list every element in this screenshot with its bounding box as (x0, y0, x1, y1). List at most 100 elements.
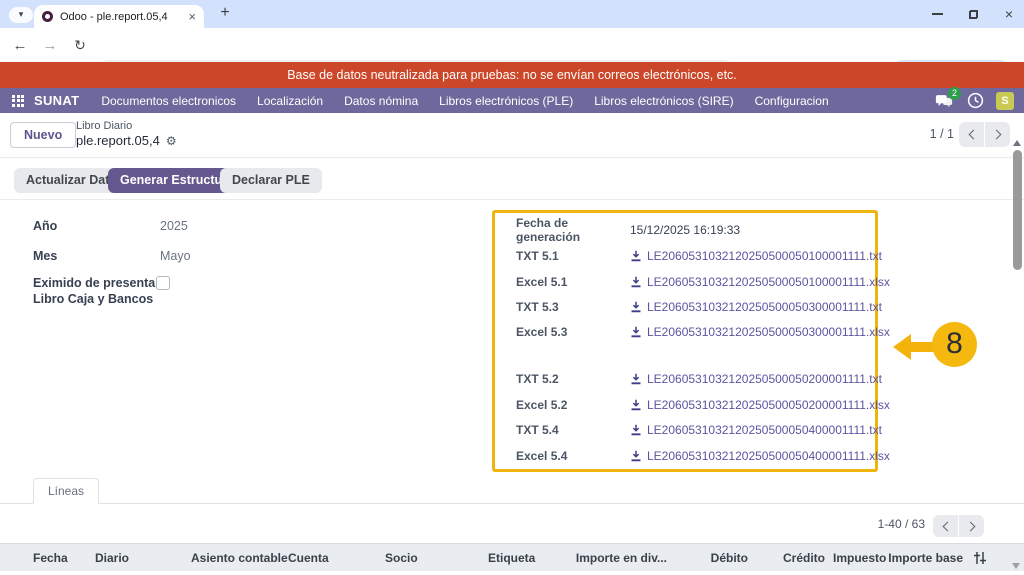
file-download-link[interactable]: LE2060531032120250500050100001111.txt (647, 249, 882, 263)
file-row: TXT 5.4 LE206053103212025050005040000111… (516, 421, 867, 439)
gear-icon[interactable]: ⚙ (166, 134, 177, 148)
file-label: TXT 5.3 (516, 300, 630, 314)
annotation-arrow-icon (893, 333, 935, 361)
file-row: Excel 5.2 LE2060531032120250500050200001… (516, 396, 867, 414)
nav-item-documentos[interactable]: Documentos electronicos (101, 94, 236, 108)
record-pager-count: 1 / 1 (930, 127, 954, 141)
nav-item-localizacion[interactable]: Localización (257, 94, 323, 108)
chevron-left-icon (968, 130, 978, 140)
file-row: TXT 5.1 LE206053103212025050005010000111… (516, 247, 867, 265)
window-minimize-button[interactable] (920, 0, 954, 28)
list-pager (933, 515, 984, 537)
download-icon[interactable] (630, 424, 642, 436)
year-value[interactable]: 2025 (160, 219, 188, 233)
file-download-link[interactable]: LE2060531032120250500050400001111.txt (647, 423, 882, 437)
column-header-diario[interactable]: Diario (95, 551, 129, 565)
file-download-link[interactable]: LE2060531032120250500050100001111.xlsx (647, 275, 890, 289)
optional-columns-icon[interactable] (972, 550, 988, 566)
list-pager-next-button[interactable] (959, 515, 984, 537)
file-row: TXT 5.3 LE206053103212025050005030000111… (516, 298, 867, 316)
month-value[interactable]: Mayo (160, 249, 191, 263)
apps-grid-icon[interactable] (12, 95, 24, 107)
browser-titlebar: ▾ Odoo - ple.report.05,4 × + × (0, 0, 1024, 28)
browser-tab[interactable]: Odoo - ple.report.05,4 × (34, 5, 204, 28)
month-label: Mes (33, 249, 57, 263)
file-download-link[interactable]: LE2060531032120250500050300001111.txt (647, 300, 882, 314)
generation-date-label: Fecha de generación (516, 216, 630, 244)
file-label: Excel 5.1 (516, 275, 630, 289)
tab-close-icon[interactable]: × (188, 9, 196, 24)
breadcrumb-parent[interactable]: Libro Diario (76, 120, 177, 132)
record-pager (959, 122, 1010, 147)
column-header-credito[interactable]: Crédito (750, 551, 825, 565)
column-header-debito[interactable]: Débito (680, 551, 748, 565)
column-header-etiqueta[interactable]: Etiqueta (488, 551, 535, 565)
pager-next-button[interactable] (985, 122, 1010, 147)
file-download-link[interactable]: LE2060531032120250500050400001111.xlsx (647, 449, 890, 463)
file-row: TXT 5.2 LE206053103212025050005020000111… (516, 370, 867, 388)
odoo-favicon-icon (42, 11, 53, 22)
file-row: Excel 5.1 LE2060531032120250500050100001… (516, 273, 867, 291)
statusbar: Actualizar Datos Generar Estructuras Dec… (0, 157, 1024, 200)
download-icon[interactable] (630, 373, 642, 385)
column-header-socio[interactable]: Socio (385, 551, 418, 565)
nav-item-datos-nomina[interactable]: Datos nómina (344, 94, 418, 108)
notebook-tabs: Líneas (0, 478, 1024, 504)
user-avatar[interactable]: S (996, 92, 1014, 110)
new-record-button[interactable]: Nuevo (10, 122, 76, 148)
download-icon[interactable] (630, 276, 642, 288)
back-button[interactable]: ← (6, 28, 34, 62)
window-close-button[interactable]: × (992, 0, 1024, 28)
file-download-link[interactable]: LE2060531032120250500050200001111.txt (647, 372, 882, 386)
forward-button[interactable]: → (36, 28, 64, 62)
column-header-cuenta[interactable]: Cuenta (288, 551, 329, 565)
minimize-icon (932, 13, 943, 15)
tab-search-icon[interactable]: ▾ (9, 7, 33, 23)
nav-item-libros-sire[interactable]: Libros electrónicos (SIRE) (594, 94, 733, 108)
control-panel: Nuevo Libro Diario ple.report.05,4 ⚙ 1 /… (0, 113, 1024, 157)
file-label: Excel 5.4 (516, 449, 630, 463)
download-icon[interactable] (630, 326, 642, 338)
window-restore-button[interactable] (956, 0, 990, 28)
list-pager-count: 1-40 / 63 (878, 517, 925, 531)
breadcrumb: Libro Diario ple.report.05,4 ⚙ (76, 120, 177, 148)
messages-button[interactable]: 2 (935, 93, 955, 109)
list-pager-previous-button[interactable] (933, 515, 958, 537)
nav-item-libros-ple[interactable]: Libros electrónicos (PLE) (439, 94, 573, 108)
breadcrumb-current-label: ple.report.05,4 (76, 133, 160, 148)
generation-date-row: Fecha de generación 15/12/2025 16:19:33 (516, 221, 867, 239)
column-header-asiento[interactable]: Asiento contable (191, 551, 288, 565)
brand-sunat[interactable]: SUNAT (34, 93, 79, 108)
new-tab-button[interactable]: + (214, 4, 236, 22)
declarar-ple-button[interactable]: Declarar PLE (220, 168, 322, 193)
exempt-label-line1: Eximido de presenta (33, 276, 155, 290)
scroll-up-arrow-icon[interactable] (1013, 140, 1021, 146)
messages-count-badge: 2 (948, 87, 961, 100)
column-header-importe-base[interactable]: Importe base (875, 551, 963, 565)
file-row: Excel 5.4 LE2060531032120250500050400001… (516, 447, 867, 465)
reload-button[interactable]: ↻ (66, 28, 94, 62)
file-download-link[interactable]: LE2060531032120250500050200001111.xlsx (647, 398, 890, 412)
scrollbar-thumb[interactable] (1013, 150, 1022, 270)
generated-files-highlight-box: Fecha de generación 15/12/2025 16:19:33 … (492, 210, 878, 472)
breadcrumb-current: ple.report.05,4 ⚙ (76, 133, 177, 148)
exempt-label-line2: Libro Caja y Bancos (33, 292, 153, 306)
restore-icon (969, 10, 978, 19)
app-navbar: SUNAT Documentos electronicos Localizaci… (0, 88, 1024, 113)
browser-toolbar: ← → ↻ democontable17.solse.pe/web#cids=1… (0, 28, 1024, 62)
annotation-step-badge: 8 (932, 322, 977, 367)
file-download-link[interactable]: LE2060531032120250500050300001111.xlsx (647, 325, 890, 339)
nav-item-configuracion[interactable]: Configuracion (755, 94, 829, 108)
scroll-down-arrow-icon[interactable] (1012, 563, 1020, 569)
activities-clock-icon[interactable] (967, 92, 984, 109)
neutralized-database-banner: Base de datos neutralizada para pruebas:… (0, 62, 1024, 88)
download-icon[interactable] (630, 301, 642, 313)
download-icon[interactable] (630, 450, 642, 462)
download-icon[interactable] (630, 250, 642, 262)
column-header-importe-div[interactable]: Importe en div... (570, 551, 667, 565)
column-header-fecha[interactable]: Fecha (33, 551, 68, 565)
tab-lineas[interactable]: Líneas (33, 478, 99, 504)
pager-previous-button[interactable] (959, 122, 984, 147)
exempt-checkbox[interactable] (156, 276, 170, 290)
download-icon[interactable] (630, 399, 642, 411)
